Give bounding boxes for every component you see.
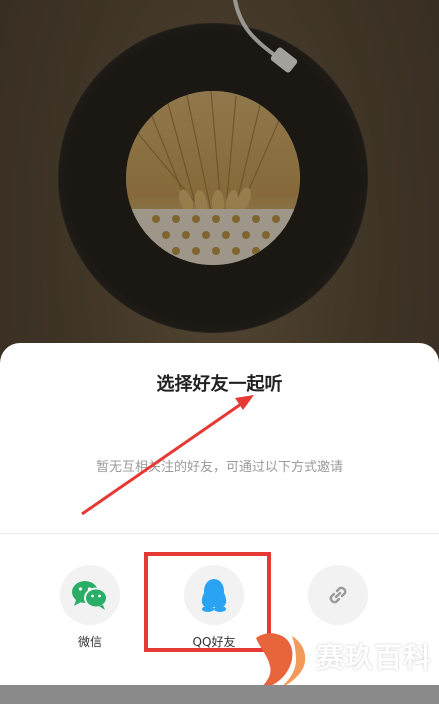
sheet-description: 暂无互相关注的好友，可通过以下方式邀请 [95, 460, 343, 475]
link-icon [308, 565, 368, 625]
system-nav-bar[interactable] [0, 685, 439, 704]
wechat-icon [60, 565, 120, 625]
sheet-title: 选择好友一起听 [156, 374, 283, 395]
divider [0, 533, 439, 534]
share-wechat-label: 微信 [77, 635, 102, 649]
watermark-subtitle: SAIJIUBAIKE [318, 670, 405, 683]
share-wechat-button[interactable]: 微信 [60, 565, 120, 655]
